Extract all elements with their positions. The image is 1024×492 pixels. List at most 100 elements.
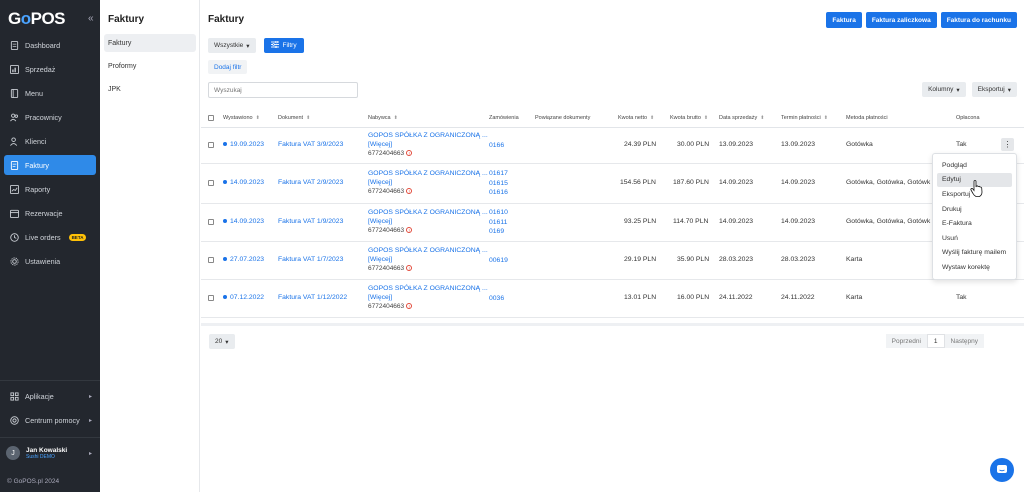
subnav-item-faktury[interactable]: Faktury <box>104 34 196 52</box>
more-link[interactable]: [Więcej] <box>368 217 488 226</box>
sidebar-item-pracownicy[interactable]: Pracownicy <box>4 107 96 127</box>
document-link[interactable]: Faktura VAT 3/9/2023 <box>278 141 343 148</box>
header-buyer[interactable]: Nabywca ⬍ <box>368 115 398 121</box>
order-link[interactable]: 01611 <box>489 218 508 228</box>
more-link[interactable]: [Więcej] <box>368 293 488 302</box>
sidebar-item-sprzedaz[interactable]: Sprzedaż <box>4 59 96 79</box>
divider <box>0 380 100 381</box>
table-row[interactable]: 19.09.2023 Faktura VAT 3/9/2023 GOPOS SP… <box>201 128 1024 164</box>
table-row[interactable]: 14.09.2023 Faktura VAT 1/9/2023 GOPOS SP… <box>201 204 1024 242</box>
subnav-item-jpk[interactable]: JPK <box>104 80 196 98</box>
row-checkbox[interactable] <box>208 257 214 263</box>
nip-value: 6772404663 <box>368 150 405 157</box>
sidebar-item-aplikacje[interactable]: Aplikacje ▸ <box>4 386 96 406</box>
faktura-do-rachunku-button[interactable]: Faktura do rachunku <box>940 12 1017 28</box>
order-link[interactable]: 01615 <box>489 179 508 189</box>
menu-item-e-faktura[interactable]: E-Faktura <box>937 216 1012 231</box>
issued-date[interactable]: 07.12.2022 <box>223 294 264 301</box>
header-gross[interactable]: Kwota brutto ⬍ <box>670 115 708 121</box>
chat-button[interactable] <box>990 458 1014 482</box>
buyer-link[interactable]: GOPOS SPÓŁKA Z OGRANICZONĄ ... <box>368 208 488 217</box>
more-link[interactable]: [Więcej] <box>368 255 488 264</box>
chat-icon <box>997 465 1007 473</box>
buyer-link[interactable]: GOPOS SPÓŁKA Z OGRANICZONĄ ... <box>368 169 488 178</box>
due-date: 14.09.2023 <box>781 179 816 186</box>
header-due-date[interactable]: Termin płatności ⬍ <box>781 115 828 121</box>
sidebar-item-ustawienia[interactable]: Ustawienia <box>4 251 96 271</box>
search-input[interactable] <box>208 82 358 98</box>
caret-down-icon: ▾ <box>956 86 960 94</box>
select-all-checkbox[interactable] <box>208 115 214 121</box>
order-link[interactable]: 0036 <box>489 294 504 304</box>
gopos-logo[interactable]: GoPOS <box>8 9 66 29</box>
sidebar-item-faktury[interactable]: Faktury <box>4 155 96 175</box>
sidebar-item-centrum-pomocy[interactable]: Centrum pomocy ▸ <box>4 410 96 430</box>
user-menu[interactable]: J Jan Kowalski Sushi DEMO ▸ <box>6 446 96 460</box>
order-link[interactable]: 01610 <box>489 208 508 218</box>
status-select[interactable]: Wszystkie ▾ <box>208 38 256 53</box>
order-link[interactable]: 00619 <box>489 256 508 266</box>
issued-date[interactable]: 14.09.2023 <box>223 218 264 225</box>
row-checkbox[interactable] <box>208 142 214 148</box>
top-actions: Faktura Faktura zaliczkowa Faktura do ra… <box>826 12 1017 28</box>
issued-date[interactable]: 14.09.2023 <box>223 179 264 186</box>
menu-item-usun[interactable]: Usuń <box>937 231 1012 246</box>
table-row[interactable]: 14.09.2023 Faktura VAT 2/9/2023 GOPOS SP… <box>201 164 1024 204</box>
caret-down-icon: ▾ <box>225 338 229 346</box>
filters-button[interactable]: Filtry <box>263 38 304 53</box>
nip: 6772404663! <box>368 226 488 235</box>
columns-button[interactable]: Kolumny ▾ <box>922 82 966 97</box>
subnav-item-proformy[interactable]: Proformy <box>104 57 196 75</box>
sidebar-item-live-orders[interactable]: Live orders BETA <box>4 227 96 247</box>
row-checkbox[interactable] <box>208 295 214 301</box>
sidebar-item-rezerwacje[interactable]: Rezerwacje <box>4 203 96 223</box>
document-link[interactable]: Faktura VAT 1/7/2023 <box>278 256 343 263</box>
export-button[interactable]: Eksportuj ▾ <box>971 82 1017 97</box>
order-link[interactable]: 0166 <box>489 141 504 151</box>
menu-item-podglad[interactable]: Podgląd <box>937 158 1012 173</box>
sidebar-item-klienci[interactable]: Klienci <box>4 131 96 151</box>
nip: 6772404663! <box>368 302 488 311</box>
more-link[interactable]: [Więcej] <box>368 140 488 149</box>
issued-date[interactable]: 19.09.2023 <box>223 141 264 148</box>
issued-date[interactable]: 27.07.2023 <box>223 256 264 263</box>
sidebar-item-dashboard[interactable]: Dashboard <box>4 35 96 55</box>
header-sale-date[interactable]: Data sprzedaży ⬍ <box>719 115 764 121</box>
order-link[interactable]: 0169 <box>489 227 508 237</box>
document-link[interactable]: Faktura VAT 1/12/2022 <box>278 294 347 301</box>
menu-item-wystaw-korekte[interactable]: Wystaw korektę <box>937 260 1012 275</box>
next-page-button[interactable]: Następny <box>945 338 984 345</box>
row-checkbox[interactable] <box>208 180 214 186</box>
header-document[interactable]: Dokument ⬍ <box>278 115 310 121</box>
header-net[interactable]: Kwota netto ⬍ <box>618 115 654 121</box>
document-link[interactable]: Faktura VAT 1/9/2023 <box>278 218 343 225</box>
per-page-select[interactable]: 20 ▾ <box>209 334 235 349</box>
due-date: 24.11.2022 <box>781 294 815 301</box>
subnav: Faktury Faktury Proformy JPK <box>100 0 200 492</box>
document-link[interactable]: Faktura VAT 2/9/2023 <box>278 179 343 186</box>
faktura-zaliczkowa-button[interactable]: Faktura zaliczkowa <box>865 12 937 28</box>
table-row[interactable]: 07.12.2022 Faktura VAT 1/12/2022 GOPOS S… <box>201 280 1024 318</box>
row-checkbox[interactable] <box>208 219 214 225</box>
order-link[interactable]: 01617 <box>489 169 508 179</box>
more-link[interactable]: [Więcej] <box>368 178 488 187</box>
row-actions-kebab-icon[interactable]: ⋮ <box>1001 138 1014 151</box>
buyer-link[interactable]: GOPOS SPÓŁKA Z OGRANICZONĄ ... <box>368 131 488 140</box>
menu-item-wyslij-mailem[interactable]: Wyślij fakturę mailem <box>937 246 1012 261</box>
order-link[interactable]: 01616 <box>489 188 508 198</box>
sidebar-item-raporty[interactable]: Raporty <box>4 179 96 199</box>
table-row[interactable]: 27.07.2023 Faktura VAT 1/7/2023 GOPOS SP… <box>201 242 1024 280</box>
row-actions-menu: Podgląd Edytuj Eksportuj Drukuj E-Faktur… <box>932 153 1017 280</box>
prev-page-button[interactable]: Poprzedni <box>886 338 927 345</box>
buyer-link[interactable]: GOPOS SPÓŁKA Z OGRANICZONĄ ... <box>368 246 488 255</box>
add-filter-button[interactable]: Dodaj filtr <box>208 60 248 74</box>
sidebar-item-menu[interactable]: Menu <box>4 83 96 103</box>
menu-item-drukuj[interactable]: Drukuj <box>937 202 1012 217</box>
faktura-button[interactable]: Faktura <box>826 12 862 28</box>
collapse-sidebar-icon[interactable]: « <box>88 13 94 24</box>
beta-badge: BETA <box>68 233 87 241</box>
header-issued[interactable]: Wystawiono ⬍ <box>223 115 260 121</box>
buyer-link[interactable]: GOPOS SPÓŁKA Z OGRANICZONĄ ... <box>368 284 488 293</box>
page-number[interactable]: 1 <box>926 334 945 348</box>
gross-amount: 187.60 PLN <box>673 179 709 186</box>
